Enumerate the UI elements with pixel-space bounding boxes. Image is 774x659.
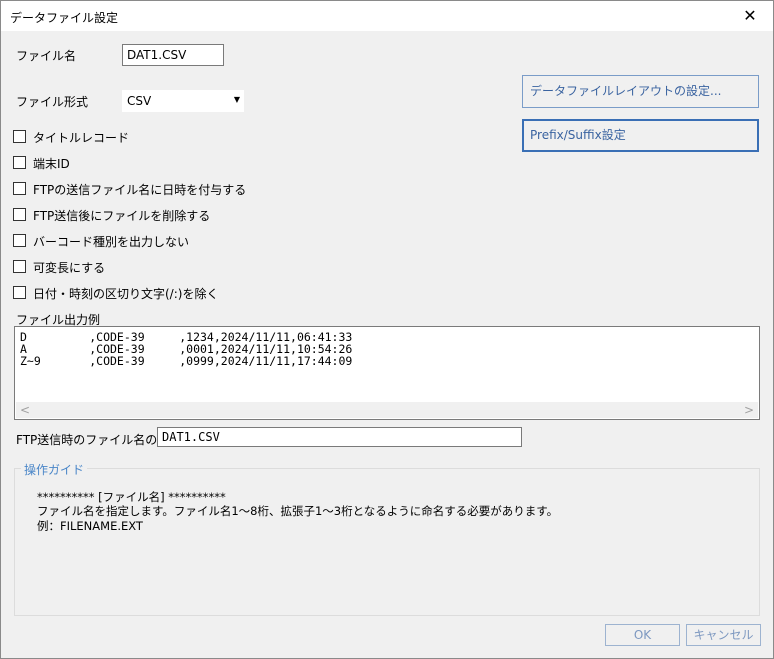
guide-line: ファイル名を指定します。ファイル名1～8桁、拡張子1～3桁となるように命名する必… xyxy=(37,504,559,518)
checkbox-box[interactable] xyxy=(13,260,26,273)
scroll-left-icon[interactable]: < xyxy=(20,403,30,417)
file-format-label: ファイル形式 xyxy=(16,95,89,109)
checkbox-box[interactable] xyxy=(13,156,26,169)
checkbox-box[interactable] xyxy=(13,208,26,221)
checkbox-box[interactable] xyxy=(13,234,26,247)
checkbox-label: 端末ID xyxy=(33,157,70,171)
checkbox-box[interactable] xyxy=(13,286,26,299)
prefix-suffix-button[interactable]: Prefix/Suffix設定 xyxy=(522,119,759,152)
window-title: データファイル設定 xyxy=(10,11,119,25)
cancel-button[interactable]: キャンセル xyxy=(686,624,761,646)
file-format-select[interactable]: CSV ▼ xyxy=(122,90,244,112)
close-icon[interactable]: ✕ xyxy=(727,1,773,31)
title-bar: データファイル設定 ✕ xyxy=(1,1,773,31)
output-example-textarea[interactable]: D ,CODE-39 ,1234,2024/11/11,06:41:33 A ,… xyxy=(14,326,760,420)
file-name-label: ファイル名 xyxy=(16,49,77,63)
ftp-example-label: FTP送信時のファイル名の例 xyxy=(16,433,170,447)
checkbox-box[interactable] xyxy=(13,182,26,195)
checkbox-box[interactable] xyxy=(13,130,26,143)
checkbox-label: 可変長にする xyxy=(33,261,106,275)
output-line: Z~9 ,CODE-39 ,0999,2024/11/11,17:44:09 xyxy=(20,354,353,368)
checkbox-label: 日付・時刻の区切り文字(/:)を除く xyxy=(33,287,219,301)
checkbox-label: FTPの送信ファイル名に日時を付与する xyxy=(33,183,247,197)
guide-line: 例：FILENAME.EXT xyxy=(37,519,143,533)
checkbox-label: タイトルレコード xyxy=(33,131,130,145)
checkbox-label: FTP送信後にファイルを削除する xyxy=(33,209,211,223)
chevron-down-icon: ▼ xyxy=(233,95,240,104)
guide-title: 操作ガイド xyxy=(21,461,88,478)
checkbox-label: バーコード種別を出力しない xyxy=(33,235,190,249)
horizontal-scrollbar[interactable]: < > xyxy=(16,402,758,418)
ftp-example-field: DAT1.CSV xyxy=(157,427,522,447)
file-format-value: CSV xyxy=(127,94,152,108)
file-name-input[interactable]: DAT1.CSV xyxy=(122,44,224,66)
scroll-right-icon[interactable]: > xyxy=(744,403,754,417)
data-layout-button[interactable]: データファイルレイアウトの設定... xyxy=(522,75,759,108)
ok-button[interactable]: OK xyxy=(605,624,680,646)
